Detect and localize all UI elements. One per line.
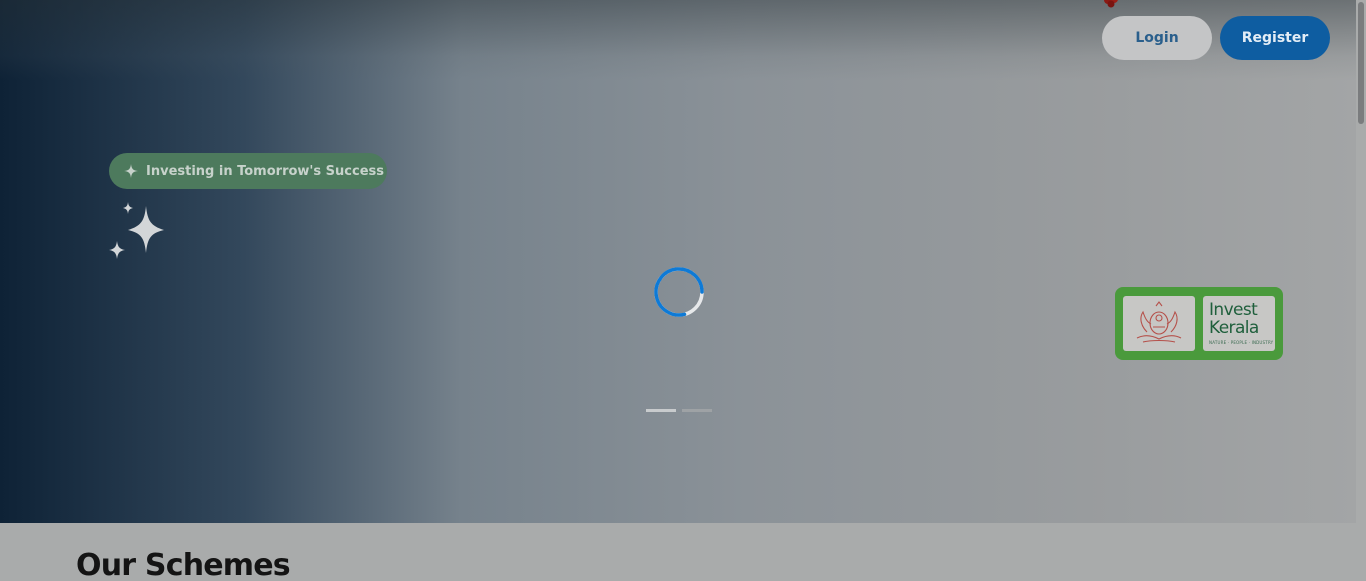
- kerala-emblem-icon: [1136, 301, 1182, 343]
- partner-logos: Invest Kerala NATURE · PEOPLE · INDUSTRY: [1115, 287, 1283, 360]
- hero-tagline-badge: Investing in Tomorrow's Success: [109, 153, 387, 189]
- kerala-emblem-logo: [1123, 296, 1195, 351]
- register-button[interactable]: Register: [1220, 16, 1330, 60]
- invest-kerala-word-2: Kerala: [1209, 318, 1259, 338]
- hero-banner: Investing in Tomorrow's Success Invest K…: [0, 0, 1356, 523]
- loading-spinner-icon: [654, 267, 704, 317]
- scrollbar-thumb[interactable]: [1358, 2, 1364, 124]
- login-button[interactable]: Login: [1102, 16, 1212, 60]
- slider-dot-2[interactable]: [682, 409, 712, 412]
- slider-dot-1[interactable]: [646, 409, 676, 412]
- invest-kerala-tagline: NATURE · PEOPLE · INDUSTRY: [1209, 340, 1274, 345]
- invest-kerala-logo: Invest Kerala NATURE · PEOPLE · INDUSTRY: [1203, 296, 1275, 351]
- invest-kerala-word-1: Invest: [1209, 300, 1258, 320]
- page-scrollbar[interactable]: [1356, 0, 1366, 581]
- hero-tagline-text: Investing in Tomorrow's Success: [146, 163, 384, 179]
- sparkles-decoration-icon: [109, 202, 164, 259]
- slider-indicators: [646, 409, 712, 412]
- flower-decoration-icon: [1104, 0, 1118, 8]
- sparkle-icon: [124, 164, 138, 178]
- page: Investing in Tomorrow's Success Invest K…: [0, 0, 1366, 581]
- schemes-section-title: Our Schemes: [76, 548, 291, 581]
